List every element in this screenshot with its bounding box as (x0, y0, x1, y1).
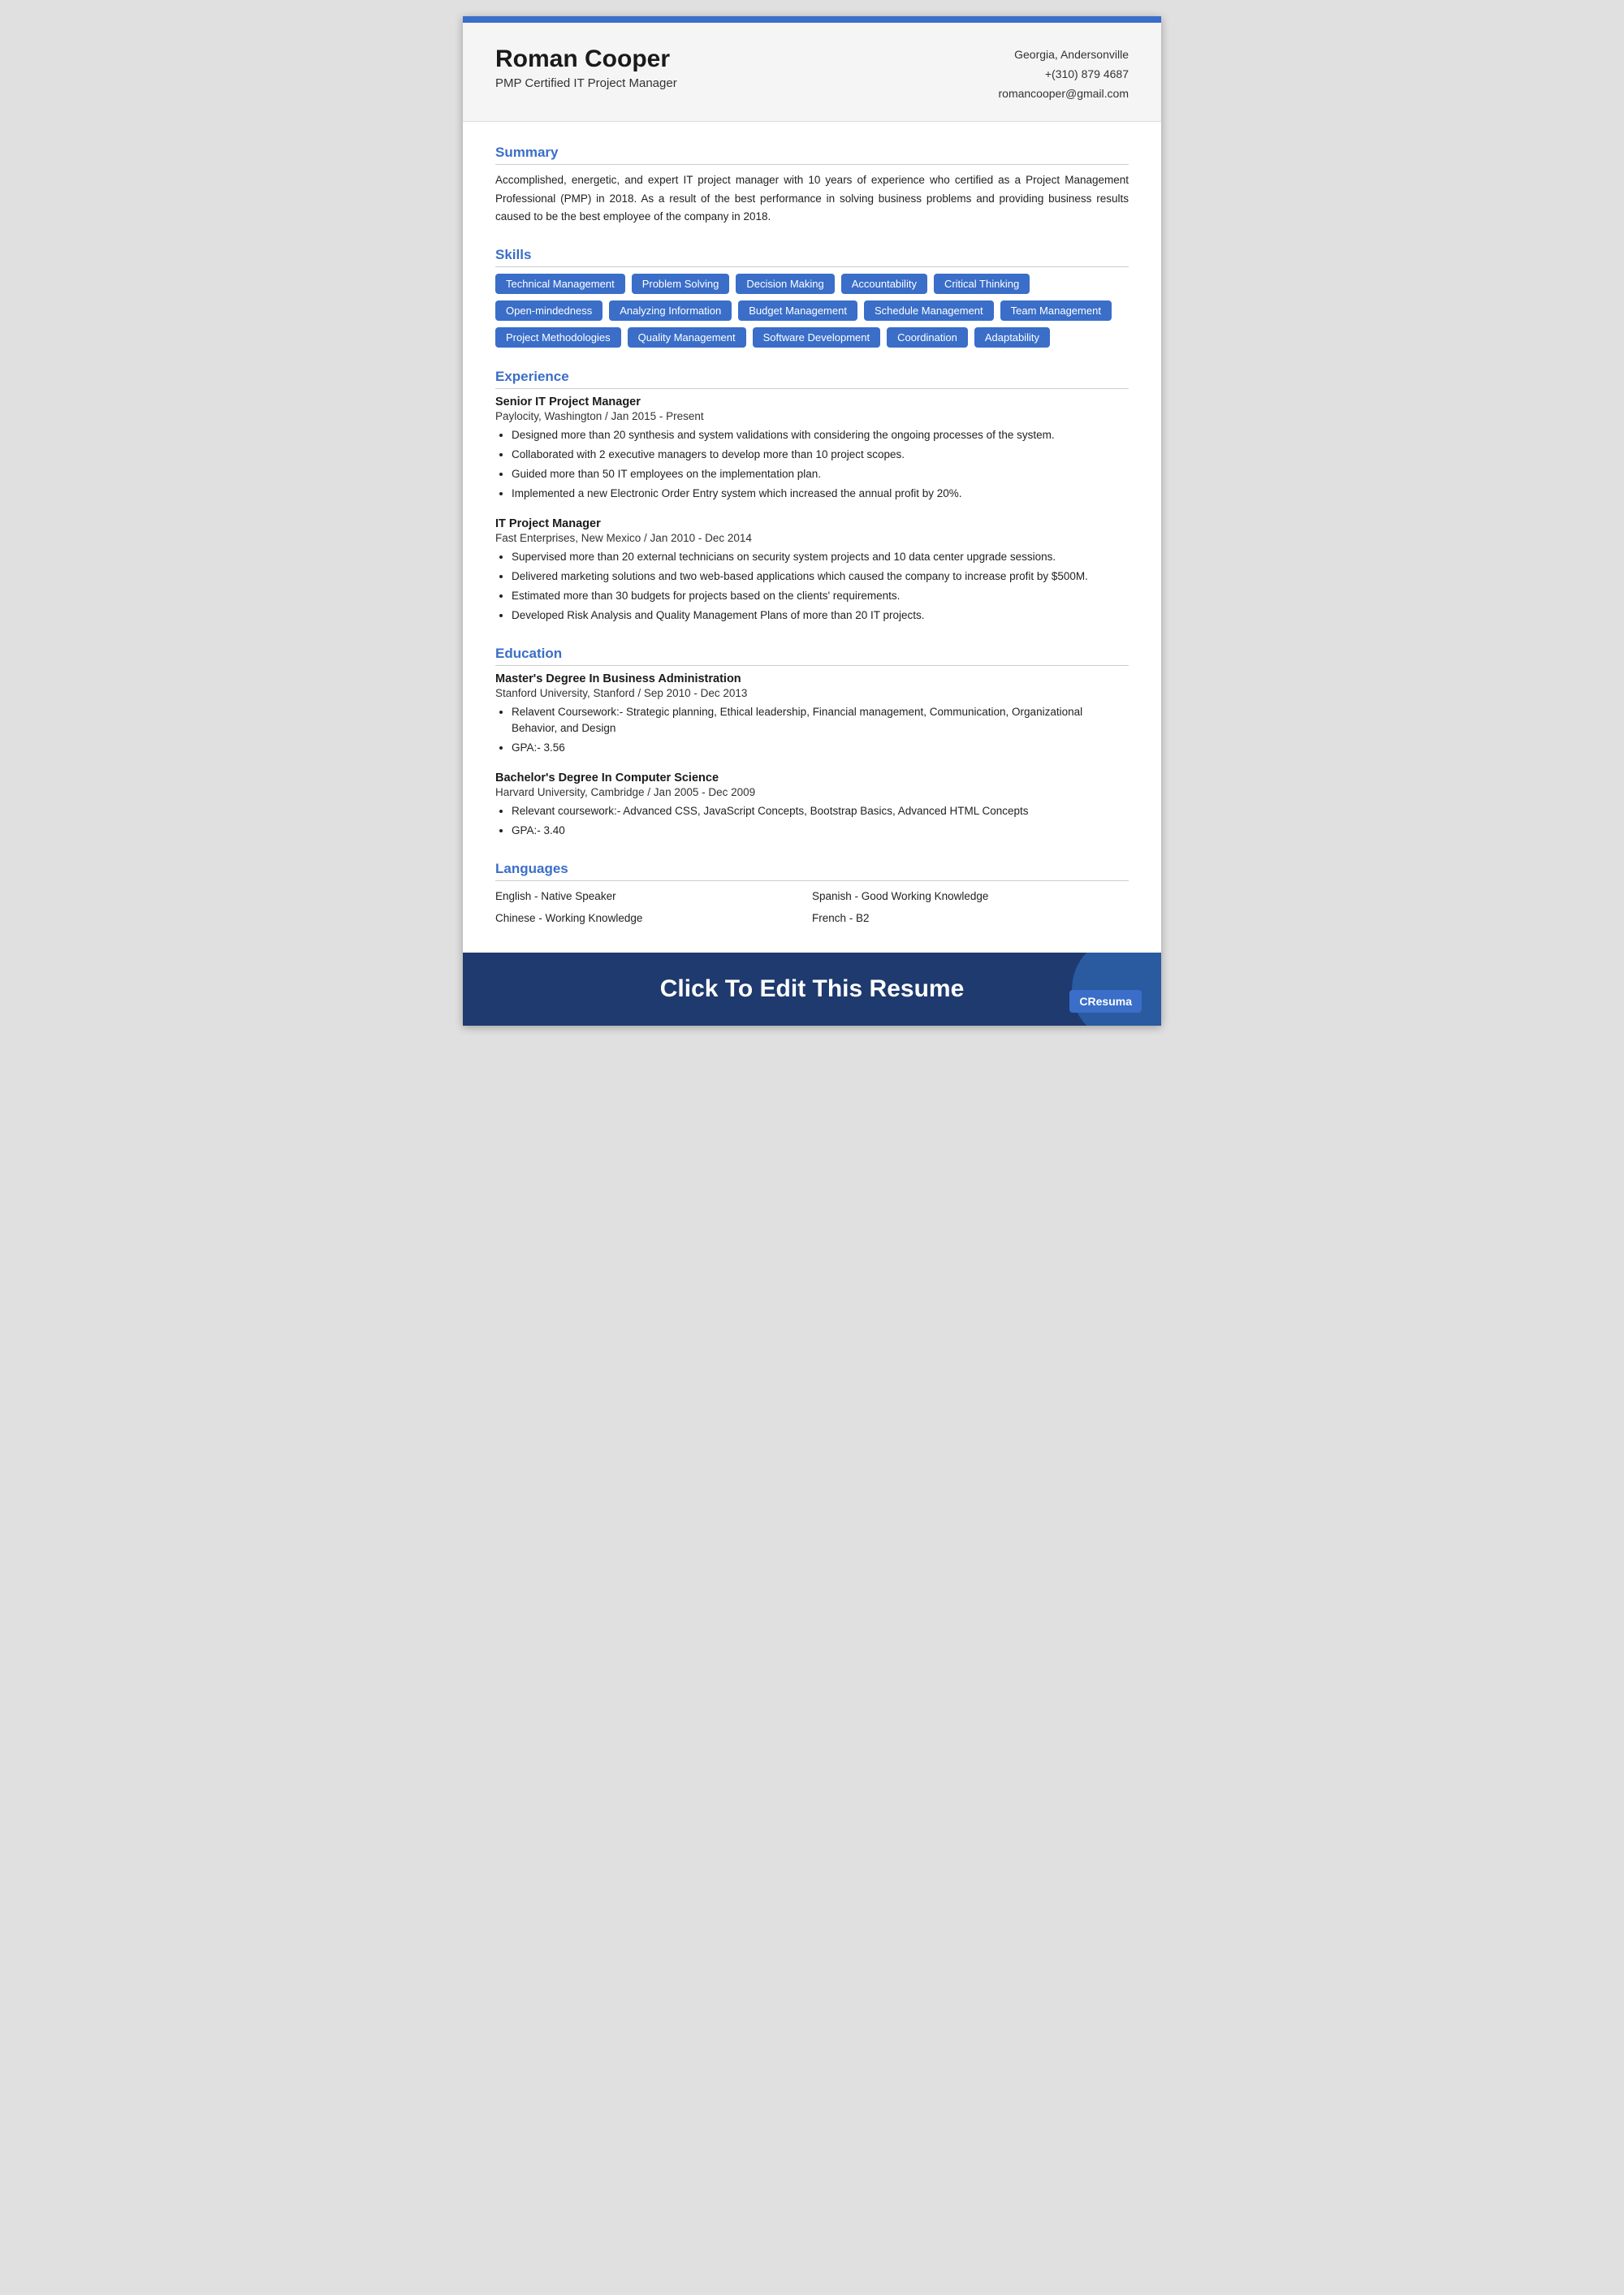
job-title: Senior IT Project Manager (495, 395, 1129, 408)
header-contact: Georgia, Andersonville +(310) 879 4687 r… (999, 45, 1129, 103)
job-bullets: Designed more than 20 synthesis and syst… (495, 427, 1129, 503)
job-bullet: Implemented a new Electronic Order Entry… (512, 486, 1129, 503)
experience-title: Experience (495, 369, 1129, 389)
education-container: Master's Degree In Business Administrati… (495, 672, 1129, 841)
language-item: Chinese - Working Knowledge (495, 910, 812, 928)
contact-email: romancooper@gmail.com (999, 84, 1129, 104)
edu-degree: Master's Degree In Business Administrati… (495, 672, 1129, 685)
language-item: Spanish - Good Working Knowledge (812, 888, 1129, 906)
skill-tag: Schedule Management (864, 300, 994, 321)
cta-text: Click To Edit This Resume (660, 975, 965, 1003)
edu-entry: Bachelor's Degree In Computer Science Har… (495, 771, 1129, 840)
skill-tag: Decision Making (736, 274, 834, 294)
footer-circle-decoration (1072, 953, 1161, 1026)
edu-bullets: Relevant coursework:- Advanced CSS, Java… (495, 803, 1129, 840)
skill-tag: Accountability (841, 274, 927, 294)
candidate-name: Roman Cooper (495, 45, 677, 73)
edu-bullet: Relavent Coursework:- Strategic planning… (512, 704, 1129, 738)
top-accent-bar (463, 16, 1161, 23)
job-company: Paylocity, Washington / Jan 2015 - Prese… (495, 410, 1129, 422)
candidate-title: PMP Certified IT Project Manager (495, 76, 677, 90)
resume-page: Roman Cooper PMP Certified IT Project Ma… (463, 16, 1161, 1026)
skills-container: Technical Management Problem Solving Decis… (495, 274, 1129, 348)
skill-tag: Project Methodologies (495, 327, 621, 348)
languages-section: Languages English - Native SpeakerSpanis… (495, 861, 1129, 928)
summary-section: Summary Accomplished, energetic, and exp… (495, 145, 1129, 226)
job-title: IT Project Manager (495, 517, 1129, 530)
job-bullet: Developed Risk Analysis and Quality Mana… (512, 607, 1129, 625)
job-bullet: Collaborated with 2 executive managers t… (512, 447, 1129, 464)
job-company: Fast Enterprises, New Mexico / Jan 2010 … (495, 532, 1129, 544)
skills-title: Skills (495, 247, 1129, 267)
education-title: Education (495, 646, 1129, 666)
summary-title: Summary (495, 145, 1129, 165)
skill-tag: Problem Solving (632, 274, 730, 294)
skill-tag: Analyzing Information (609, 300, 732, 321)
languages-grid: English - Native SpeakerSpanish - Good W… (495, 888, 1129, 928)
job-entry: Senior IT Project Manager Paylocity, Wash… (495, 395, 1129, 503)
logo-cr: CR (1079, 995, 1095, 1008)
skill-tag: Technical Management (495, 274, 625, 294)
contact-phone: +(310) 879 4687 (999, 65, 1129, 84)
contact-location: Georgia, Andersonville (999, 45, 1129, 65)
experience-section: Experience Senior IT Project Manager Payl… (495, 369, 1129, 624)
resume-content: Summary Accomplished, energetic, and exp… (463, 122, 1161, 928)
skill-tag: Software Development (753, 327, 881, 348)
skill-tag: Open-mindedness (495, 300, 603, 321)
job-entry: IT Project Manager Fast Enterprises, New … (495, 517, 1129, 625)
edu-bullets: Relavent Coursework:- Strategic planning… (495, 704, 1129, 758)
footer-logo: CResuma (1069, 990, 1142, 1013)
skill-tag: Critical Thinking (934, 274, 1030, 294)
skill-tag: Quality Management (628, 327, 746, 348)
job-bullet: Supervised more than 20 external technic… (512, 549, 1129, 566)
skill-tag: Adaptability (974, 327, 1050, 348)
language-item: French - B2 (812, 910, 1129, 928)
edu-bullet: GPA:- 3.40 (512, 823, 1129, 840)
footer-cta[interactable]: Click To Edit This Resume CResuma (463, 953, 1161, 1026)
summary-text: Accomplished, energetic, and expert IT p… (495, 171, 1129, 226)
skill-tag: Budget Management (738, 300, 857, 321)
skills-section: Skills Technical Management Problem Solvi… (495, 247, 1129, 348)
resume-header: Roman Cooper PMP Certified IT Project Ma… (463, 23, 1161, 122)
languages-title: Languages (495, 861, 1129, 881)
job-bullet: Guided more than 50 IT employees on the … (512, 466, 1129, 483)
skill-tag: Coordination (887, 327, 968, 348)
edu-school: Harvard University, Cambridge / Jan 2005… (495, 786, 1129, 798)
edu-bullet: Relevant coursework:- Advanced CSS, Java… (512, 803, 1129, 820)
job-bullet: Estimated more than 30 budgets for proje… (512, 588, 1129, 605)
education-section: Education Master's Degree In Business Ad… (495, 646, 1129, 841)
logo-esuma: esuma (1096, 995, 1132, 1008)
job-bullets: Supervised more than 20 external technic… (495, 549, 1129, 625)
job-bullet: Designed more than 20 synthesis and syst… (512, 427, 1129, 444)
language-item: English - Native Speaker (495, 888, 812, 906)
edu-school: Stanford University, Stanford / Sep 2010… (495, 687, 1129, 699)
edu-bullet: GPA:- 3.56 (512, 740, 1129, 757)
experience-container: Senior IT Project Manager Paylocity, Wash… (495, 395, 1129, 624)
skill-tag: Team Management (1000, 300, 1112, 321)
edu-degree: Bachelor's Degree In Computer Science (495, 771, 1129, 784)
job-bullet: Delivered marketing solutions and two we… (512, 568, 1129, 586)
edu-entry: Master's Degree In Business Administrati… (495, 672, 1129, 758)
header-left: Roman Cooper PMP Certified IT Project Ma… (495, 45, 677, 90)
